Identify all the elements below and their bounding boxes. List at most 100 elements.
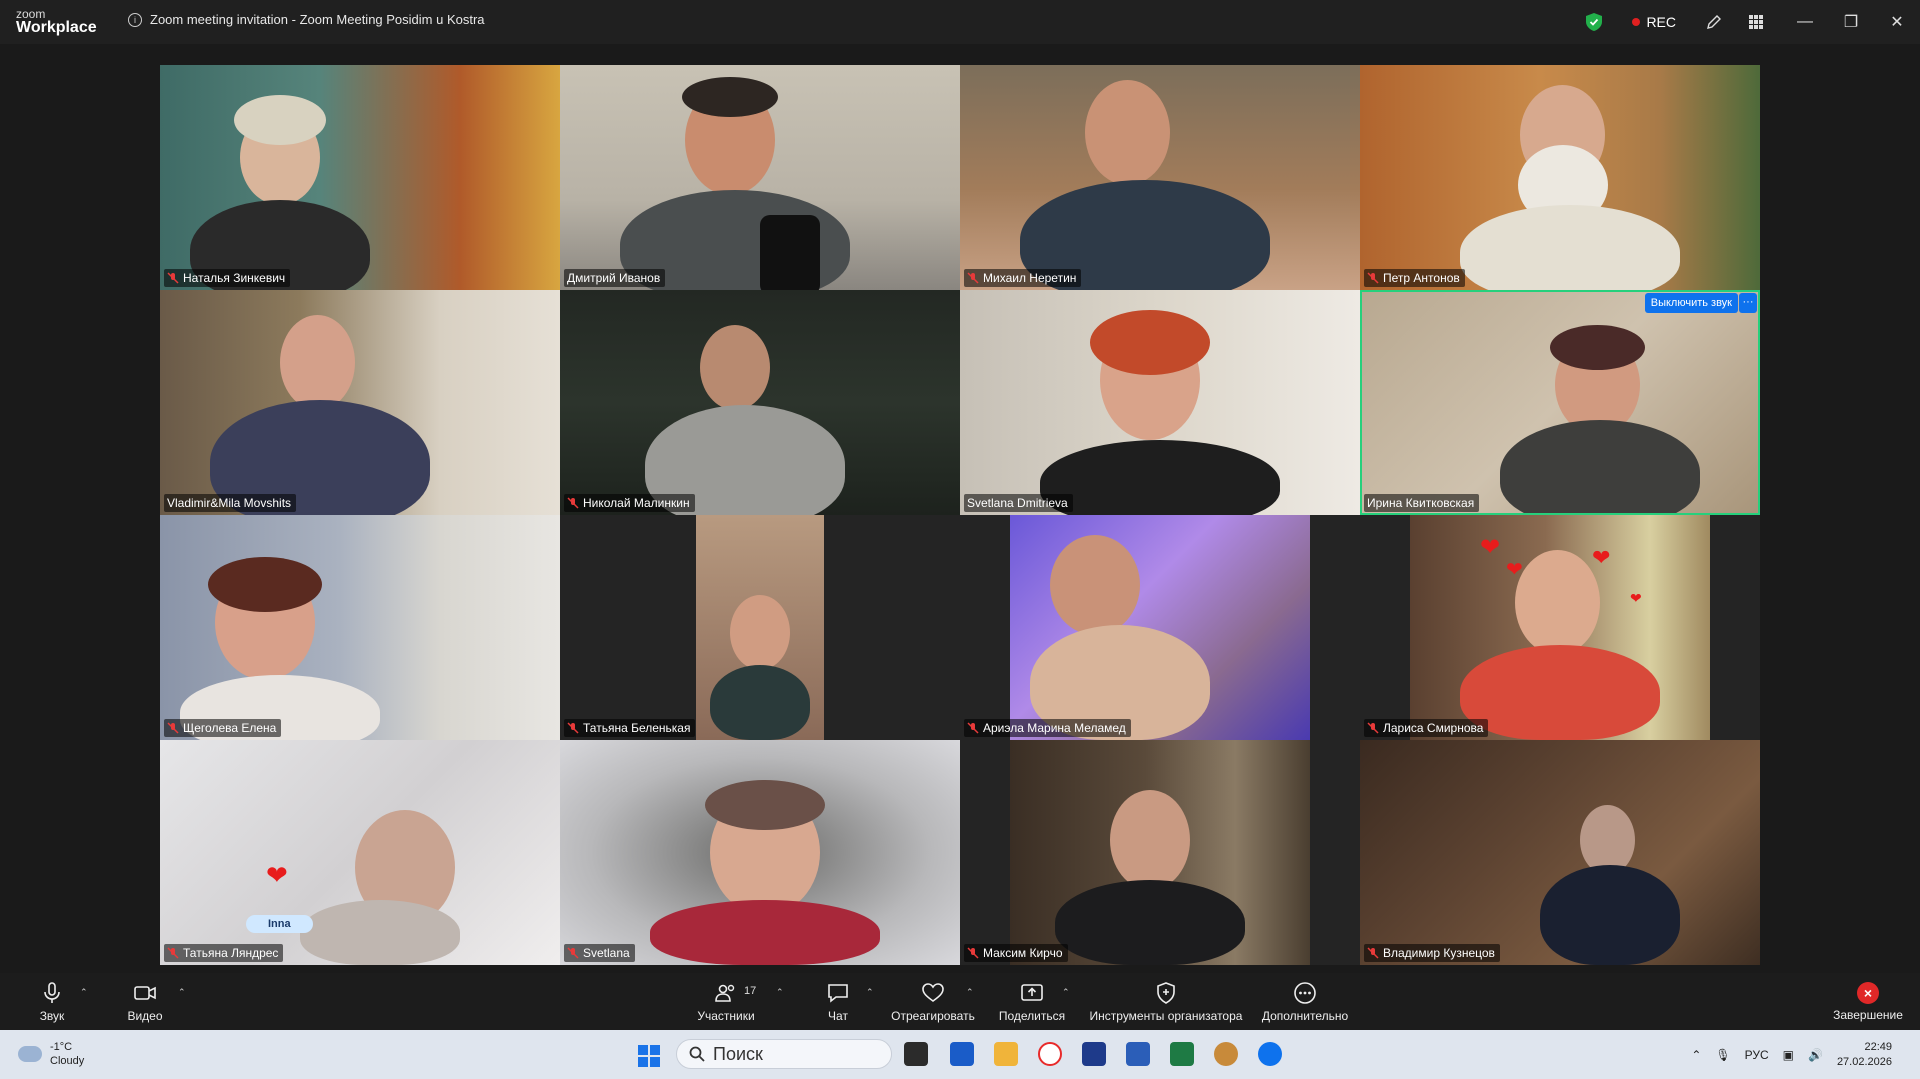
info-icon[interactable]: i [128,12,142,27]
heart-icon [922,982,944,1002]
yandex-browser-icon[interactable] [1038,1042,1062,1066]
participant-tile[interactable]: Николай Малинкин [560,290,960,515]
recording-indicator[interactable]: REC [1632,14,1676,30]
taskbar-search[interactable]: Поиск [676,1039,892,1069]
react-options-chevron-icon[interactable]: ⌃ [966,987,974,998]
clock-date: 27.02.2026 [1836,1055,1892,1068]
heart-reaction-icon: ❤ [1480,534,1501,561]
network-icon[interactable]: ▣ [1783,1048,1794,1062]
participant-tile-active[interactable]: Выключить звук ··· Ирина Квитковская [1360,290,1760,515]
participant-face [700,325,770,410]
end-close-icon: × [1857,981,1879,1004]
share-screen-icon [1021,983,1043,1001]
share-label: Поделиться [998,1008,1066,1023]
participant-name: Владимир Кузнецов [1383,946,1495,960]
pen-icon[interactable] [1698,6,1730,38]
participant-tile[interactable]: Svetlana Dmitrieva [960,290,1360,515]
participant-body [1460,205,1680,290]
camera-icon [134,985,156,1000]
chat-button[interactable]: Чат [818,973,858,1030]
participants-count: 17 [744,985,757,997]
participants-options-chevron-icon[interactable]: ⌃ [776,987,784,998]
brand-bottom: Workplace [16,19,97,36]
excel-icon[interactable] [1170,1042,1194,1066]
participant-tile[interactable]: ❤ ❤ ❤ ❤ Лариса Смирнова [1360,515,1760,740]
more-options-button[interactable]: ··· [1739,293,1757,313]
zoom-logo: zoom Workplace [16,8,97,36]
app-icon[interactable] [1214,1042,1238,1066]
participant-name: Наталья Зинкевич [183,271,286,285]
video-button[interactable]: Видео [122,973,168,1030]
video-gallery: Наталья Зинкевич Дмитрий Иванов Михаил Н… [160,65,1760,965]
word-icon[interactable] [1126,1042,1150,1066]
muted-mic-icon [967,272,979,284]
participant-tile[interactable]: ❤ Inna Татьяна Ляндрес [160,740,560,965]
share-button[interactable]: Поделиться [996,973,1068,1030]
encryption-shield-icon[interactable] [1586,13,1603,31]
muted-mic-icon [967,947,979,959]
search-icon [689,1046,705,1062]
participant-name: Лариса Смирнова [1383,721,1484,735]
participant-tile[interactable]: Svetlana [560,740,960,965]
participant-name: Максим Кирчо [983,946,1063,960]
end-meeting-button[interactable]: × Завершение [1832,973,1904,1030]
participant-tile[interactable]: Vladimir&Mila Movshits [160,290,560,515]
participant-tile[interactable]: Петр Антонов [1360,65,1760,290]
host-shield-icon [1157,981,1175,1004]
app-icon[interactable] [1082,1042,1106,1066]
restore-button[interactable]: ❐ [1828,0,1874,44]
tray-mic-icon[interactable]: 🎙 [1715,1048,1730,1062]
weather-condition: Cloudy [50,1055,85,1068]
meeting-controls: Звук ⌃ Видео ⌃ Участники 17 ⌃ Чат ⌃ Отре… [0,973,1920,1030]
minimize-button[interactable]: — [1782,0,1828,44]
store-icon[interactable] [950,1042,974,1066]
muted-mic-icon [567,722,579,734]
host-tools-label: Инструменты организатора [1089,1008,1243,1023]
muted-mic-icon [967,722,979,734]
participants-button[interactable]: Участники [690,973,762,1030]
participant-tile[interactable]: Михаил Неретин [960,65,1360,290]
task-view-icon[interactable] [904,1042,928,1066]
more-button[interactable]: Дополнительно [1258,973,1352,1030]
tray-expand-chevron-icon[interactable]: ⌃ [1691,1048,1701,1062]
participant-tile[interactable]: Татьяна Беленькая [560,515,960,740]
rec-label: REC [1646,14,1676,30]
title-bar: zoom Workplace i Zoom meeting invitation… [0,0,1920,44]
participant-name: Ариэла Марина Меламед [983,721,1126,735]
clock-time: 22:49 [1864,1040,1892,1053]
participant-face [1515,550,1600,655]
file-explorer-icon[interactable] [994,1042,1018,1066]
react-button[interactable]: Отреагировать [888,973,978,1030]
participant-name: Татьяна Беленькая [583,721,691,735]
chat-options-chevron-icon[interactable]: ⌃ [866,987,874,998]
participant-hair [208,557,322,612]
participant-tile[interactable]: Щеголева Елена [160,515,560,740]
weather-widget[interactable]: -1°C Cloudy [18,1040,84,1069]
participant-tile[interactable]: Наталья Зинкевич [160,65,560,290]
input-language[interactable]: РУС [1745,1048,1769,1062]
audio-button[interactable]: Звук [32,973,72,1030]
participant-tile[interactable]: Максим Кирчо [960,740,1360,965]
react-label: Отреагировать [891,1008,975,1023]
cloud-icon [18,1046,42,1063]
participant-face [280,315,355,410]
mute-participant-button[interactable]: Выключить звук [1644,293,1738,313]
share-options-chevron-icon[interactable]: ⌃ [1062,987,1070,998]
participant-tile[interactable]: Дмитрий Иванов [560,65,960,290]
zoom-app-icon[interactable] [1258,1042,1282,1066]
gallery-view-icon[interactable] [1740,6,1772,38]
host-tools-button[interactable]: Инструменты организатора [1088,973,1244,1030]
meeting-info[interactable]: i Zoom meeting invitation - Zoom Meeting… [128,12,485,27]
participant-tile[interactable]: Ариэла Марина Меламед [960,515,1360,740]
audio-options-chevron-icon[interactable]: ⌃ [80,987,88,998]
participant-face [1050,535,1140,635]
participant-face [1110,790,1190,890]
windows-start-icon[interactable] [638,1045,660,1067]
close-button[interactable]: ✕ [1874,0,1920,44]
search-placeholder: Поиск [713,1043,763,1064]
clock[interactable]: 22:49 27.02.2026 [1837,1040,1892,1070]
participant-tile[interactable]: Владимир Кузнецов [1360,740,1760,965]
volume-icon[interactable]: 🔊 [1808,1048,1823,1062]
heart-reaction-icon: ❤ [1630,590,1642,606]
video-options-chevron-icon[interactable]: ⌃ [178,987,186,998]
